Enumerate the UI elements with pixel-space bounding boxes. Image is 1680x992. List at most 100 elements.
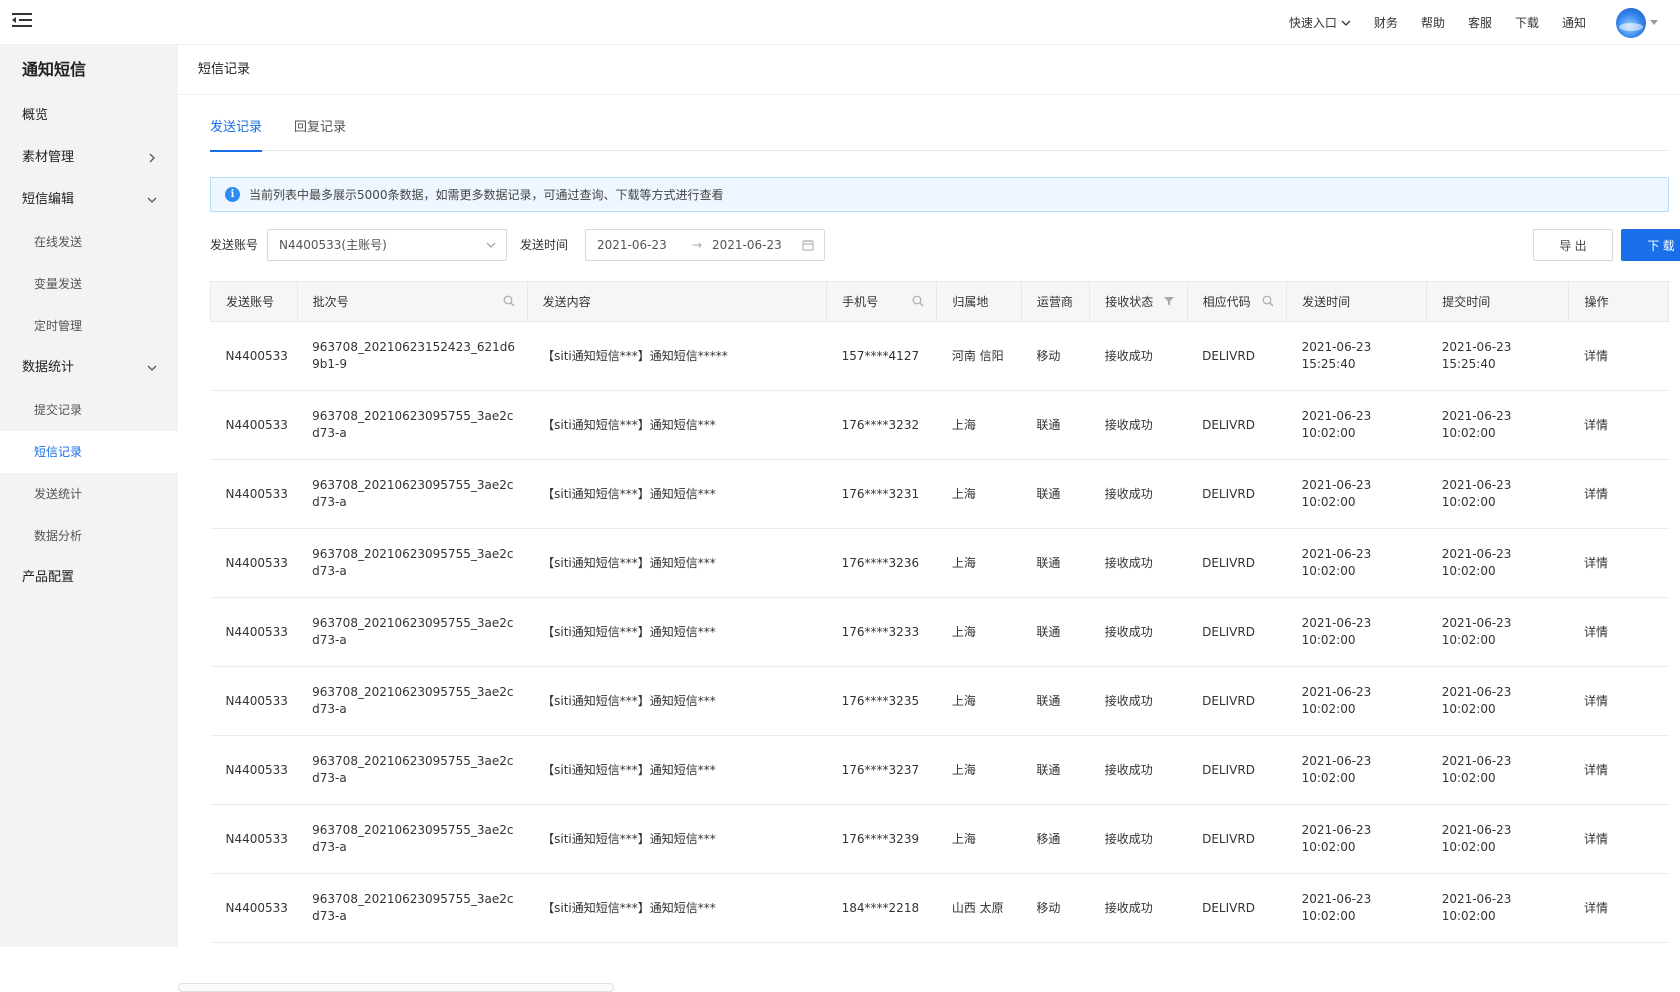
filter-icon[interactable] bbox=[1163, 295, 1175, 307]
cell-content: 【siti通知短信***】通知短信*** bbox=[527, 735, 827, 805]
cell-code: DELIVRD bbox=[1187, 873, 1287, 943]
cell-text: 2021-06-23 10:02:00 bbox=[1441, 409, 1512, 440]
cell-action: 详情 bbox=[1568, 666, 1669, 736]
search-icon[interactable] bbox=[503, 295, 515, 307]
sidebar: 通知短信 概览 素材管理 短信编辑 在线发送 变量发送 定时管理 数据统计 提交… bbox=[0, 45, 178, 947]
cell-submit-time: 2021-06-23 10:02:00 bbox=[1426, 390, 1569, 460]
cell-text: 963708_20210623095755_3ae2cd73-a bbox=[312, 685, 514, 716]
sidebar-item-materials[interactable]: 素材管理 bbox=[0, 137, 178, 179]
detail-link[interactable]: 详情 bbox=[1584, 625, 1608, 639]
top-nav: 快速入口 财务 帮助 客服 下载 通知 bbox=[1266, 0, 1658, 45]
cell-submit-time: 2021-06-23 10:02:00 bbox=[1426, 873, 1569, 943]
search-icon[interactable] bbox=[912, 295, 924, 307]
cell-phone: 184****2218 bbox=[826, 873, 937, 943]
cell-content: 【siti通知短信***】通知短信*** bbox=[527, 528, 827, 598]
cell-location: 山西 太原 bbox=[936, 873, 1022, 943]
detail-link[interactable]: 详情 bbox=[1584, 901, 1608, 915]
cell-text: 176****3239 bbox=[841, 831, 920, 846]
cell-status: 接收成功 bbox=[1089, 321, 1188, 391]
detail-link[interactable]: 详情 bbox=[1584, 556, 1608, 570]
account-select-value: N4400533(主账号) bbox=[279, 238, 387, 252]
sidebar-item-overview[interactable]: 概览 bbox=[0, 95, 178, 137]
user-menu[interactable] bbox=[1616, 7, 1658, 38]
cell-text: 接收成功 bbox=[1104, 486, 1153, 501]
account-select[interactable]: N4400533(主账号) bbox=[267, 229, 507, 261]
detail-link[interactable]: 详情 bbox=[1584, 349, 1608, 363]
cell-action: 详情 bbox=[1568, 528, 1669, 598]
detail-link[interactable]: 详情 bbox=[1584, 763, 1608, 777]
cell-submit-time: 2021-06-23 10:02:00 bbox=[1426, 597, 1569, 667]
cell-text: 963708_20210623095755_3ae2cd73-a bbox=[312, 409, 514, 440]
cell-text: 上海 bbox=[951, 555, 976, 570]
sidebar-item-send-stats[interactable]: 发送统计 bbox=[0, 473, 178, 515]
cell-text: 【siti通知短信***】通知短信*** bbox=[542, 486, 716, 501]
tab-reply-records[interactable]: 回复记录 bbox=[294, 105, 346, 151]
date-range-picker[interactable]: 2021-06-23 → 2021-06-23 bbox=[585, 229, 825, 261]
detail-link[interactable]: 详情 bbox=[1584, 487, 1608, 501]
cell-location: 上海 bbox=[936, 528, 1022, 598]
menu-fold-icon[interactable] bbox=[12, 12, 32, 28]
sidebar-item-variable-send[interactable]: 变量发送 bbox=[0, 263, 178, 305]
cell-text: DELIVRD bbox=[1202, 348, 1255, 363]
cell-carrier: 移动 bbox=[1021, 873, 1090, 943]
cell-text: 2021-06-23 10:02:00 bbox=[1301, 754, 1372, 785]
tab-send-records[interactable]: 发送记录 bbox=[210, 105, 263, 152]
detail-link[interactable]: 详情 bbox=[1584, 694, 1608, 708]
chevron-down-icon bbox=[147, 197, 157, 203]
sidebar-item-statistics[interactable]: 数据统计 bbox=[0, 347, 178, 389]
cell-text: DELIVRD bbox=[1202, 417, 1255, 432]
cell-text: 【siti通知短信***】通知短信*** bbox=[542, 555, 716, 570]
cell-account: N4400533 bbox=[210, 321, 298, 391]
sidebar-item-data-analysis[interactable]: 数据分析 bbox=[0, 515, 178, 557]
cell-code: DELIVRD bbox=[1187, 666, 1287, 736]
cell-phone: 176****3232 bbox=[826, 390, 937, 460]
sidebar-item-sms-edit[interactable]: 短信编辑 bbox=[0, 179, 178, 221]
cell-text: DELIVRD bbox=[1202, 624, 1255, 639]
nav-notice[interactable]: 通知 bbox=[1562, 14, 1586, 31]
col-header-send-time: 发送时间 bbox=[1286, 281, 1428, 322]
cell-action: 详情 bbox=[1568, 804, 1669, 874]
cell-text: 2021-06-23 15:25:40 bbox=[1441, 340, 1512, 371]
nav-download[interactable]: 下载 bbox=[1515, 14, 1539, 31]
arrow-right-icon: → bbox=[692, 238, 703, 252]
detail-link[interactable]: 详情 bbox=[1584, 832, 1608, 846]
col-header-label: 发送时间 bbox=[1302, 295, 1351, 309]
download-button[interactable]: 下 载 bbox=[1621, 229, 1680, 261]
cell-text: 【siti通知短信***】通知短信*** bbox=[542, 693, 716, 708]
cell-code: DELIVRD bbox=[1187, 321, 1287, 391]
sidebar-item-sms-records[interactable]: 短信记录 bbox=[0, 431, 178, 473]
sidebar-item-schedule[interactable]: 定时管理 bbox=[0, 305, 178, 347]
col-header-label: 手机号 bbox=[842, 295, 879, 309]
search-icon[interactable] bbox=[1262, 295, 1274, 307]
nav-service[interactable]: 客服 bbox=[1468, 14, 1492, 31]
cell-location: 上海 bbox=[936, 390, 1022, 460]
cell-phone: 157****4127 bbox=[826, 321, 937, 391]
cell-send-time: 2021-06-23 10:02:00 bbox=[1286, 390, 1427, 460]
date-from[interactable]: 2021-06-23 bbox=[597, 230, 667, 260]
detail-link[interactable]: 详情 bbox=[1584, 418, 1608, 432]
cell-code: DELIVRD bbox=[1187, 390, 1287, 460]
cell-send-time: 2021-06-23 10:02:00 bbox=[1286, 597, 1427, 667]
cell-submit-time: 2021-06-23 10:02:00 bbox=[1426, 804, 1569, 874]
cell-text: DELIVRD bbox=[1202, 486, 1255, 501]
page-title: 短信记录 bbox=[178, 45, 1680, 95]
col-header-carrier: 运营商 bbox=[1020, 281, 1091, 322]
table-row: N4400533 963708_20210623095755_3ae2cd73-a… bbox=[210, 804, 1669, 874]
cell-text: 2021-06-23 10:02:00 bbox=[1301, 478, 1372, 509]
nav-quick-entry[interactable]: 快速入口 bbox=[1289, 14, 1351, 31]
horizontal-scrollbar[interactable] bbox=[178, 983, 614, 992]
avatar[interactable] bbox=[1616, 7, 1646, 38]
nav-help[interactable]: 帮助 bbox=[1421, 14, 1445, 31]
sidebar-item-online-send[interactable]: 在线发送 bbox=[0, 221, 178, 263]
export-button[interactable]: 导 出 bbox=[1533, 229, 1613, 261]
col-header-label: 接收状态 bbox=[1105, 295, 1154, 309]
date-to[interactable]: 2021-06-23 bbox=[712, 230, 782, 260]
cell-status: 接收成功 bbox=[1089, 804, 1188, 874]
sidebar-item-product-config[interactable]: 产品配置 bbox=[0, 557, 178, 599]
sidebar-item-submit-records[interactable]: 提交记录 bbox=[0, 389, 178, 431]
nav-finance[interactable]: 财务 bbox=[1374, 14, 1398, 31]
main-content: 短信记录 发送记录 回复记录 i 当前列表中最多展示5000条数据，如需更多数据… bbox=[178, 45, 1680, 992]
cell-content: 【siti通知短信***】通知短信*** bbox=[527, 597, 827, 667]
cell-submit-time: 2021-06-23 10:02:00 bbox=[1426, 528, 1569, 598]
cell-account: N4400533 bbox=[210, 597, 298, 667]
